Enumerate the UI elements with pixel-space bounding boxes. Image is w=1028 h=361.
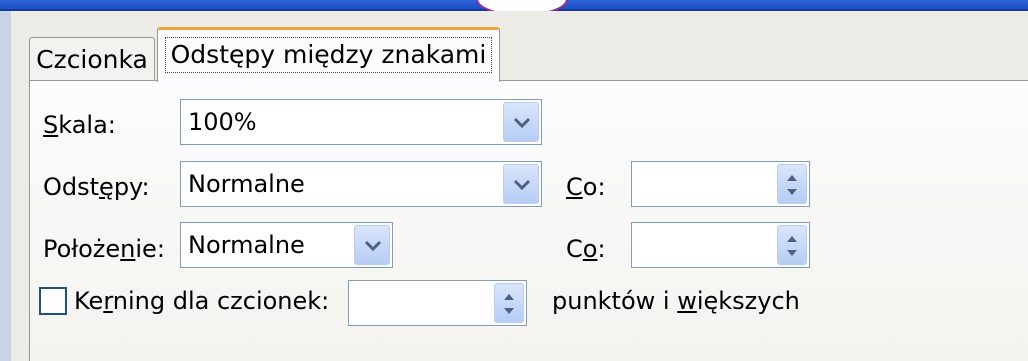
position-by-label: Co: — [566, 235, 606, 263]
spacing-label: Odstępy: — [43, 173, 150, 201]
tab-font[interactable]: Czcionka — [29, 37, 155, 81]
kerning-label[interactable]: Kerning dla czcionek: — [74, 284, 329, 318]
spacing-by-input[interactable] — [631, 161, 810, 207]
kerning-suffix-label: punktów i większych — [552, 287, 800, 315]
spacing-dropdown-button[interactable] — [503, 164, 539, 204]
scale-label: Skala: — [43, 111, 116, 139]
tab-character-spacing[interactable]: Odstępy między znakami — [157, 27, 500, 82]
spacing-dropdown[interactable]: Normalne — [180, 161, 542, 207]
kerning-checkbox[interactable] — [39, 287, 67, 315]
spacing-value: Normalne — [188, 170, 305, 198]
tab-font-label: Czcionka — [36, 45, 148, 74]
window-frame-left — [0, 11, 11, 361]
chevron-down-icon — [364, 240, 382, 252]
spacing-by-label: Co: — [566, 173, 606, 201]
window-title-bar — [0, 0, 1028, 16]
scale-value: 100% — [188, 108, 257, 136]
position-value: Normalne — [188, 231, 305, 259]
tab-character-spacing-label: Odstępy między znakami — [164, 37, 493, 73]
scale-dropdown-button[interactable] — [503, 102, 539, 142]
chevron-down-icon — [513, 117, 531, 129]
position-dropdown-button[interactable] — [354, 225, 390, 265]
spacing-by-spinner[interactable] — [777, 164, 807, 204]
position-by-input[interactable] — [631, 222, 810, 268]
kerning-points-input[interactable] — [348, 280, 527, 326]
scale-dropdown[interactable]: 100% — [180, 99, 542, 145]
spinner-arrows-icon — [787, 236, 797, 256]
position-dropdown[interactable]: Normalne — [180, 222, 393, 268]
spinner-arrows-icon — [504, 294, 514, 314]
kerning-points-spinner[interactable] — [494, 283, 524, 323]
position-label: Położenie: — [43, 235, 165, 263]
spinner-arrows-icon — [787, 175, 797, 195]
position-by-spinner[interactable] — [777, 225, 807, 265]
chevron-down-icon — [513, 179, 531, 191]
